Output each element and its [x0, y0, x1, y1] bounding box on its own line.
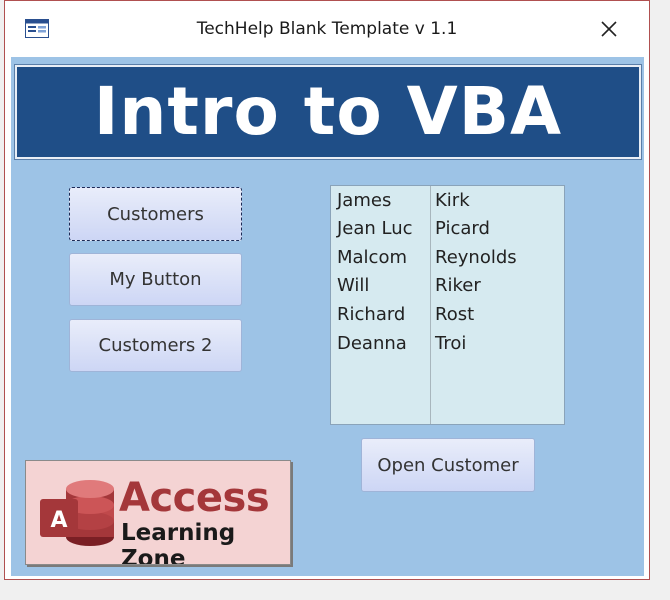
last-name-cell: Riker — [435, 275, 481, 296]
first-name-cell: Will — [337, 275, 370, 296]
first-name-cell: Jean Luc — [337, 218, 413, 239]
first-name-cell: Richard — [337, 304, 406, 325]
access-learning-zone-logo: A Access Learning Zone — [25, 460, 291, 565]
last-name-cell: Reynolds — [435, 247, 517, 268]
customer-listbox[interactable]: James Kirk Jean Luc Picard Malcom Reynol… — [330, 185, 565, 425]
list-item[interactable]: Will Riker — [331, 275, 564, 303]
logo-word-access: Access — [119, 475, 270, 521]
last-name-cell: Kirk — [435, 190, 470, 211]
list-item[interactable]: Jean Luc Picard — [331, 218, 564, 246]
form-detail-section: Intro to VBA Customers My Button Custome… — [11, 57, 644, 576]
first-name-cell: James — [337, 190, 392, 211]
my-button[interactable]: My Button — [69, 253, 242, 306]
header-banner: Intro to VBA — [15, 65, 641, 159]
customers-button[interactable]: Customers — [69, 187, 242, 241]
list-item[interactable]: Malcom Reynolds — [331, 247, 564, 275]
last-name-cell: Rost — [435, 304, 475, 325]
last-name-cell: Troi — [435, 333, 467, 354]
title-bar[interactable]: TechHelp Blank Template v 1.1 — [5, 1, 649, 57]
list-item[interactable]: James Kirk — [331, 190, 564, 218]
first-name-cell: Malcom — [337, 247, 408, 268]
list-item[interactable]: Richard Rost — [331, 304, 564, 332]
last-name-cell: Picard — [435, 218, 490, 239]
app-window: TechHelp Blank Template v 1.1 Intro to V… — [4, 0, 650, 580]
close-icon[interactable] — [595, 15, 623, 43]
banner-title: Intro to VBA — [93, 73, 563, 150]
window-title: TechHelp Blank Template v 1.1 — [196, 19, 458, 39]
list-item[interactable]: Deanna Troi — [331, 333, 564, 361]
first-name-cell: Deanna — [337, 333, 407, 354]
logo-mark-letter: A — [50, 508, 67, 533]
logo-word-learning-zone: Learning Zone — [121, 520, 236, 565]
access-logo-icon: A — [40, 480, 114, 546]
open-customer-button[interactable]: Open Customer — [361, 438, 535, 492]
customers-2-button[interactable]: Customers 2 — [69, 319, 242, 372]
